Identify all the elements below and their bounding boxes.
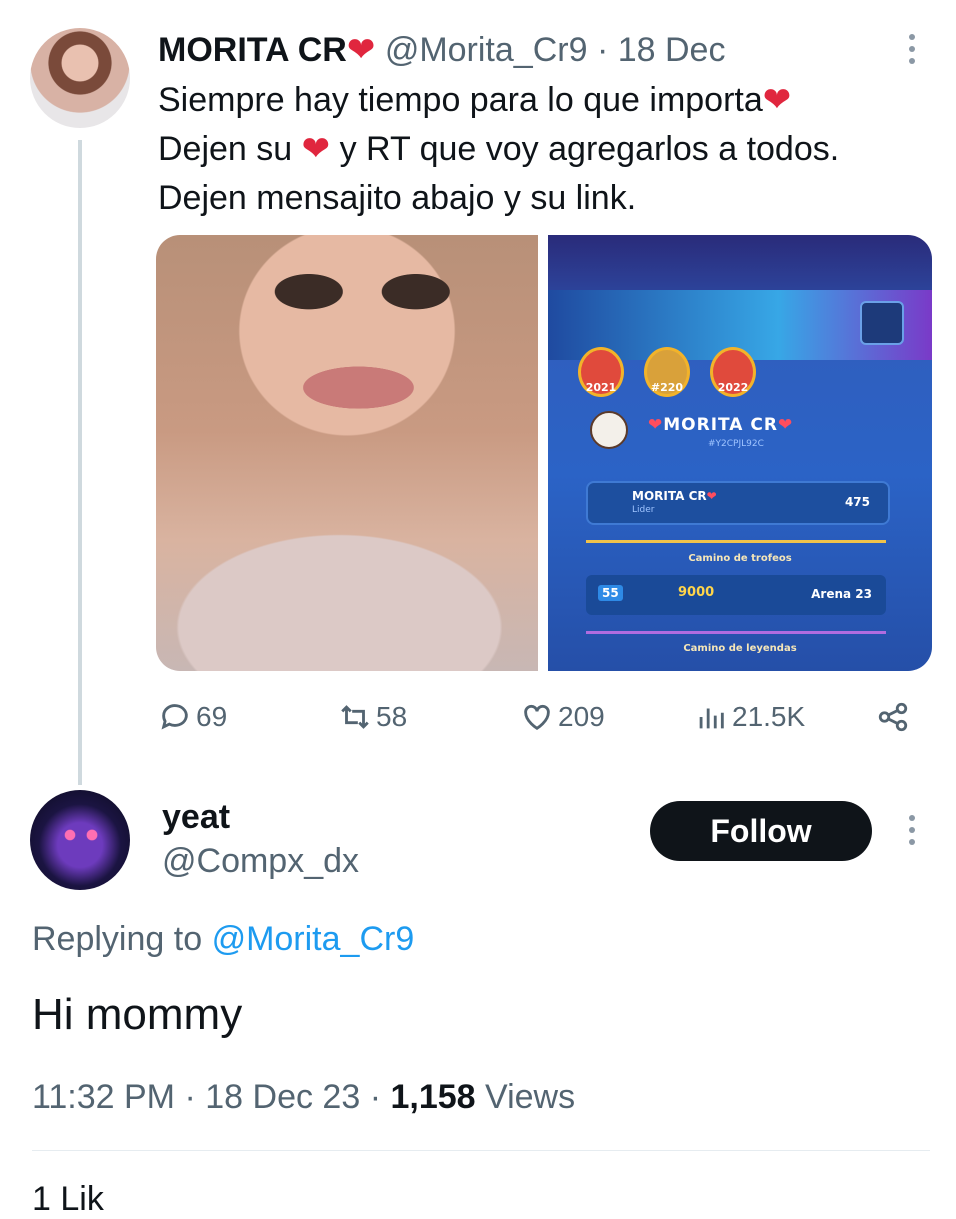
author-avatar[interactable]	[30, 28, 130, 128]
player-avatar	[590, 411, 628, 449]
heart-emoji-icon: ❤	[346, 31, 376, 69]
tweet-media[interactable]: 2021 #220 2022 ❤MORITA CR❤ #Y2CPJL92C MO…	[156, 235, 932, 671]
divider	[32, 1150, 930, 1151]
replying-to: Replying to @Morita_Cr9	[32, 920, 414, 959]
like-count: 209	[558, 701, 605, 732]
thread-line	[78, 140, 82, 785]
level-badge: 55	[598, 585, 623, 601]
tweet-line-1: Siempre hay tiempo para lo que importa	[158, 81, 763, 119]
follow-button[interactable]: Follow	[650, 801, 872, 861]
clan-box: MORITA CR❤ Lider 475	[586, 481, 890, 525]
more-options-icon[interactable]	[902, 815, 922, 851]
author-name[interactable]: MORITA CR	[158, 31, 347, 69]
replier-handle[interactable]: @Compx_dx	[162, 842, 359, 881]
tweet-actions: 69 58 209 21.5K	[158, 700, 918, 736]
separator-dot: ·	[596, 31, 609, 69]
reply-icon	[161, 704, 188, 730]
tweet-text: Siempre hay tiempo para lo que importa❤ …	[158, 76, 938, 223]
tweet-date[interactable]: 18 Dec	[618, 31, 726, 69]
season-badges: 2021 #220 2022	[578, 347, 756, 397]
heart-outline-icon	[524, 704, 550, 731]
views-count: 21.5K	[732, 701, 806, 732]
trophy-road-label: Camino de trofeos	[688, 553, 792, 564]
retweet-icon	[341, 705, 369, 729]
tweet-line-2: Dejen su	[158, 130, 293, 168]
analytics-icon	[699, 708, 724, 729]
selfie-photo[interactable]	[156, 235, 538, 671]
badge: 2022	[710, 347, 756, 397]
mended-heart-emoji-icon: ❤	[762, 81, 792, 119]
reply-views-count: 1,158	[390, 1078, 476, 1116]
share-button[interactable]	[876, 700, 910, 734]
legend-road-label: Camino de leyendas	[683, 643, 797, 654]
player-name: ❤MORITA CR❤	[648, 415, 794, 435]
reply-date[interactable]: 18 Dec 23	[205, 1078, 360, 1116]
author-handle[interactable]: @Morita_Cr9	[385, 31, 588, 69]
reply-count: 69	[196, 701, 228, 732]
tweet-line-2b: y RT que voy agregarlos a todos.	[339, 130, 840, 168]
replying-mention[interactable]: @Morita_Cr9	[212, 920, 415, 958]
retweet-button[interactable]: 58	[338, 700, 407, 734]
arena-label: Arena 23	[811, 587, 872, 601]
heart-emoji-icon: ❤	[301, 130, 331, 168]
separator-dot: ·	[369, 1078, 382, 1116]
separator-dot: ·	[184, 1078, 196, 1116]
trophy-road: 55 9000 Arena 23	[586, 575, 886, 615]
replier-name[interactable]: yeat	[162, 798, 230, 837]
views-button[interactable]: 21.5K	[694, 700, 805, 734]
reply-time[interactable]: 11:32 PM	[32, 1078, 175, 1116]
trophy-count: 9000	[678, 585, 715, 600]
replier-avatar[interactable]	[30, 790, 130, 890]
paintbrush-icon	[860, 301, 904, 345]
tweet-line-3: Dejen mensajito abajo y su link.	[158, 179, 637, 217]
more-options-icon[interactable]	[902, 34, 922, 70]
retweet-count: 58	[376, 701, 408, 732]
reply-text: Hi mommy	[32, 990, 243, 1039]
like-button[interactable]: 209	[520, 700, 605, 734]
tweet-header: MORITA CR❤ @Morita_Cr9 · 18 Dec	[158, 30, 725, 70]
clan-role: Lider	[632, 505, 655, 515]
reply-views-label: Views	[485, 1078, 576, 1116]
badge: 2021	[578, 347, 624, 397]
clan-trophies: 475	[844, 495, 870, 509]
replying-prefix: Replying to	[32, 920, 203, 958]
badge: #220	[644, 347, 690, 397]
reply-button[interactable]: 69	[158, 700, 227, 734]
player-tag: #Y2CPJL92C	[708, 439, 764, 449]
share-icon	[878, 702, 908, 732]
game-screenshot[interactable]: 2021 #220 2022 ❤MORITA CR❤ #Y2CPJL92C MO…	[548, 235, 932, 671]
clan-name: MORITA CR❤	[632, 489, 717, 503]
reply-timestamp: 11:32 PM · 18 Dec 23 · 1,158 Views	[32, 1078, 575, 1117]
